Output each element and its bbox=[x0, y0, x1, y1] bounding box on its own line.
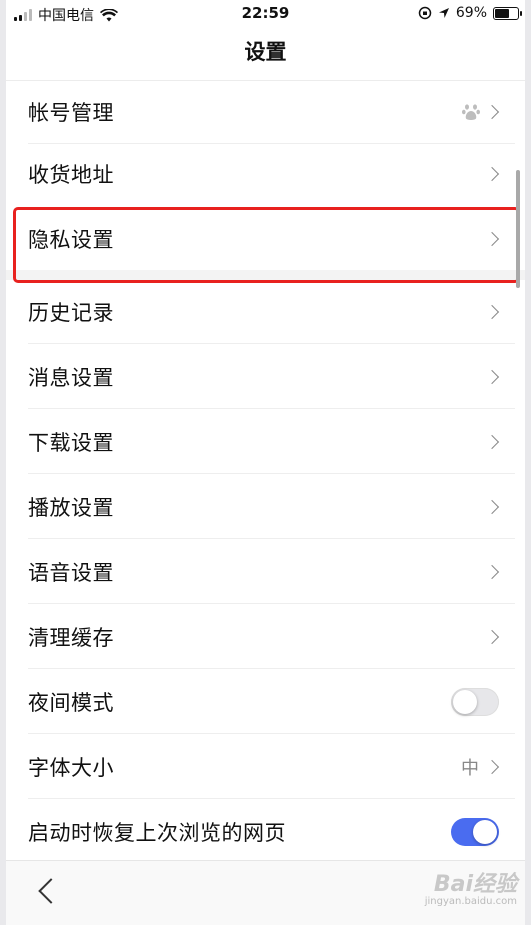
settings-row[interactable]: 收货地址 bbox=[6, 142, 515, 206]
row-divider bbox=[28, 538, 515, 539]
row-label: 语音设置 bbox=[28, 561, 114, 585]
scrollbar[interactable] bbox=[516, 170, 520, 288]
row-divider bbox=[28, 603, 515, 604]
settings-row[interactable]: 语音设置 bbox=[6, 540, 515, 604]
row-label: 播放设置 bbox=[28, 496, 114, 520]
chevron-right-icon bbox=[484, 369, 500, 385]
chevron-right-icon bbox=[484, 759, 500, 775]
page-title: 设置 bbox=[244, 40, 287, 64]
row-divider bbox=[28, 408, 515, 409]
toggle-switch[interactable] bbox=[451, 818, 499, 846]
row-label: 收货地址 bbox=[28, 163, 114, 187]
row-label: 夜间模式 bbox=[28, 691, 114, 715]
highlight-box bbox=[13, 207, 520, 283]
settings-row[interactable]: 字体大小 中 bbox=[6, 735, 515, 799]
location-icon bbox=[438, 8, 449, 18]
row-divider bbox=[28, 733, 515, 734]
watermark-sub: jingyan.baidu.com bbox=[424, 896, 517, 907]
battery-icon bbox=[493, 6, 522, 20]
settings-row[interactable]: 夜间模式 bbox=[6, 670, 515, 734]
watermark-text: Bai经验 bbox=[433, 872, 517, 897]
row-label: 清理缓存 bbox=[28, 626, 114, 650]
row-label: 历史记录 bbox=[28, 301, 114, 325]
row-label: 下载设置 bbox=[28, 431, 114, 455]
chevron-right-icon bbox=[484, 629, 500, 645]
toggle-switch[interactable] bbox=[451, 688, 499, 716]
row-label: 启动时恢复上次浏览的网页 bbox=[28, 821, 286, 845]
row-divider bbox=[28, 343, 515, 344]
chevron-right-icon bbox=[484, 499, 500, 515]
row-divider bbox=[28, 473, 515, 474]
chevron-right-icon bbox=[484, 564, 500, 580]
settings-row[interactable]: 消息设置 bbox=[6, 345, 515, 409]
row-label: 帐号管理 bbox=[28, 101, 114, 125]
toggle-knob bbox=[473, 820, 497, 844]
settings-row[interactable]: 清理缓存 bbox=[6, 605, 515, 669]
chevron-right-icon bbox=[484, 304, 500, 320]
settings-row[interactable]: 启动时恢复上次浏览的网页 bbox=[6, 800, 515, 864]
chevron-right-icon bbox=[484, 166, 500, 182]
chevron-right-icon bbox=[484, 104, 500, 120]
watermark: Bai经验 jingyan.baidu.com bbox=[425, 866, 517, 907]
row-value: 中 bbox=[461, 758, 479, 779]
chevron-right-icon bbox=[484, 434, 500, 450]
row-label: 消息设置 bbox=[28, 366, 114, 390]
row-divider bbox=[28, 798, 515, 799]
settings-row[interactable]: 播放设置 bbox=[6, 475, 515, 539]
settings-row[interactable]: 下载设置 bbox=[6, 410, 515, 474]
row-divider bbox=[28, 668, 515, 669]
battery-percent: 69% bbox=[455, 5, 487, 21]
settings-row[interactable]: 历史记录 bbox=[6, 280, 515, 344]
orientation-lock-icon bbox=[418, 6, 432, 20]
paw-icon bbox=[462, 104, 480, 120]
settings-row[interactable]: 帐号管理 bbox=[6, 80, 515, 144]
toggle-knob bbox=[453, 690, 477, 714]
row-label: 字体大小 bbox=[28, 756, 114, 780]
status-bar: 中国电信 22:59 69% bbox=[0, 0, 531, 28]
